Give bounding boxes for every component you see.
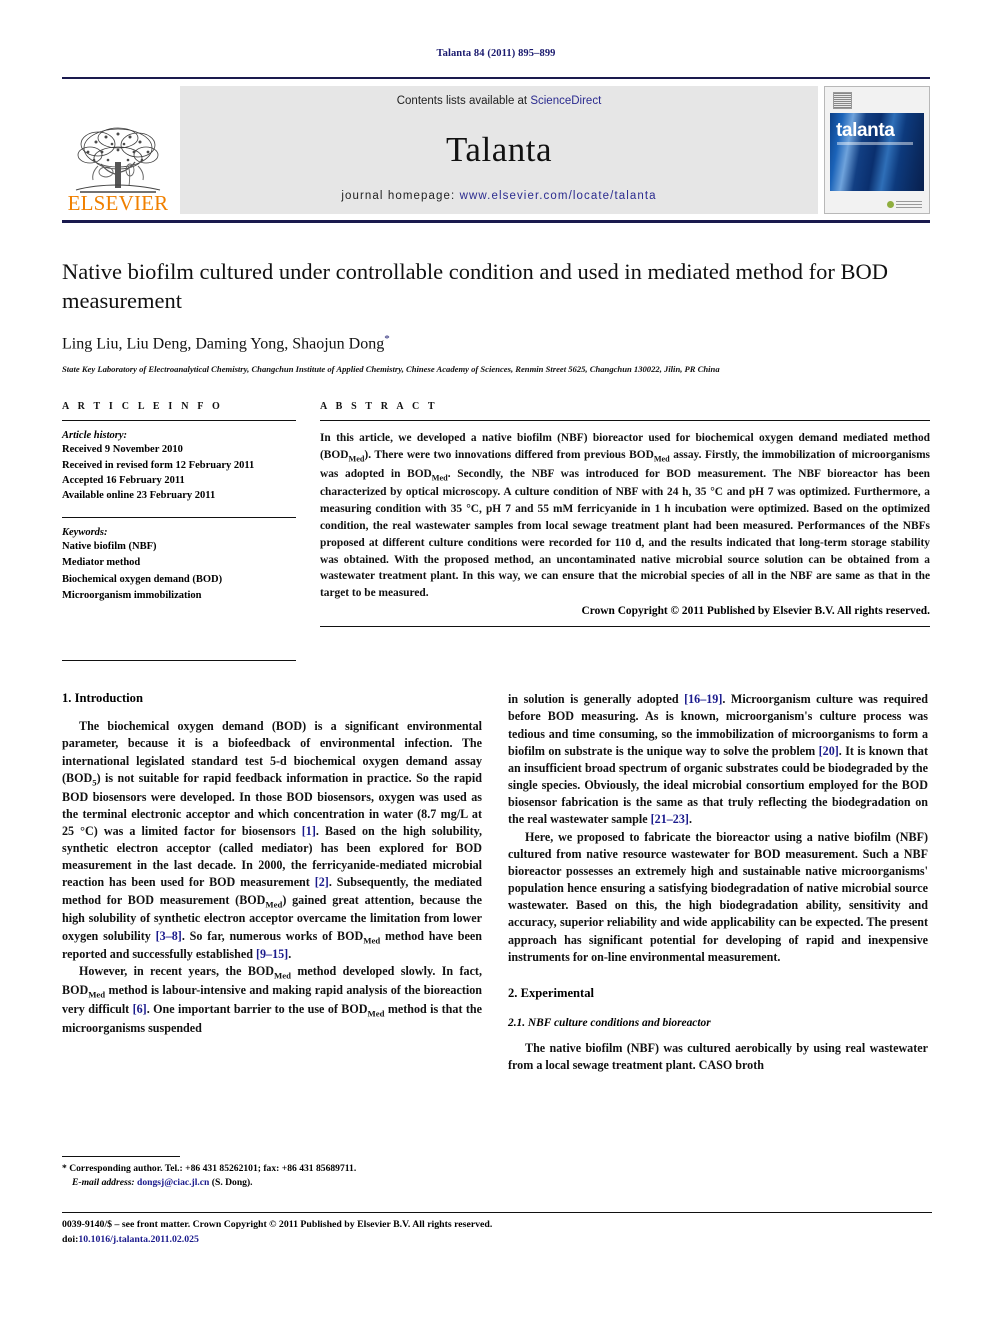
footnote-contact-text: Corresponding author. Tel.: +86 431 8526…	[66, 1163, 357, 1174]
journal-banner: Contents lists available at ScienceDirec…	[180, 86, 818, 214]
journal-cover-thumbnail[interactable]: talanta	[824, 86, 930, 214]
keywords-rule	[62, 517, 296, 519]
history-accepted: Accepted 16 February 2011	[62, 474, 185, 486]
abstract-heading: A B S T R A C T	[320, 401, 438, 413]
corresponding-author-marker: *	[384, 332, 390, 345]
elsevier-wordmark: ELSEVIER	[68, 191, 168, 214]
info-abstract-region: A R T I C L E I N F O Article history: R…	[62, 401, 930, 662]
journal-masthead: ELSEVIER Contents lists available at Sci…	[62, 77, 930, 214]
keyword-item: Native biofilm (NBF)	[62, 541, 157, 553]
cover-green-dot-icon	[887, 200, 894, 208]
article-history-label: Article history:	[62, 430, 128, 442]
contents-available-line: Contents lists available at ScienceDirec…	[397, 95, 602, 107]
cover-title-text: talanta	[836, 120, 895, 141]
keyword-item: Microorganism immobilization	[62, 589, 202, 601]
history-online: Available online 23 February 2011	[62, 489, 216, 501]
doi-link[interactable]: 10.1016/j.talanta.2011.02.025	[78, 1234, 199, 1245]
doi-line: doi:10.1016/j.talanta.2011.02.025	[62, 1233, 932, 1248]
footnote-rule	[62, 1156, 180, 1157]
journal-title: Talanta	[446, 130, 552, 169]
history-received: Received 9 November 2010	[62, 444, 183, 456]
left-column: 1. Introduction The biochemical oxygen d…	[62, 691, 482, 1074]
author-names: Ling Liu, Liu Deng, Daming Yong, Shaojun…	[62, 334, 385, 352]
experimental-paragraph-1: The native biofilm (NBF) was cultured ae…	[508, 1040, 928, 1073]
masthead-bottom-rule	[62, 220, 930, 223]
journal-homepage-link[interactable]: www.elsevier.com/locate/talanta	[460, 190, 657, 202]
article-info-heading: A R T I C L E I N F O	[62, 401, 223, 413]
elsevier-logo: ELSEVIER	[62, 86, 174, 214]
section-heading-experimental: 2. Experimental	[508, 985, 595, 1000]
footer-rule	[62, 1212, 932, 1213]
subsection-heading-nbf-culture: 2.1. NBF culture conditions and bioreact…	[508, 1016, 711, 1029]
article-page: Talanta 84 (2011) 895–899 ELSEVIER Conte…	[0, 0, 992, 1323]
elsevier-tree-icon: ELSEVIER	[68, 127, 168, 214]
doi-label: doi:	[62, 1233, 79, 1245]
cover-barcode-icon	[896, 200, 922, 208]
cover-subtitle-rule	[837, 142, 913, 145]
intro-paragraph-1: The biochemical oxygen demand (BOD) is a…	[62, 719, 483, 962]
email-suffix: (S. Dong).	[209, 1176, 253, 1188]
homepage-prefix-text: journal homepage:	[341, 190, 460, 202]
article-info-column: A R T I C L E I N F O Article history: R…	[62, 401, 296, 662]
intro-paragraph-4: Here, we proposed to fabricate the biore…	[508, 829, 928, 964]
affiliation: State Key Laboratory of Electroanalytica…	[62, 363, 720, 374]
intro-paragraph-3: in solution is generally adopted [16–19]…	[508, 692, 928, 827]
contents-prefix-text: Contents lists available at	[396, 95, 531, 107]
article-info-rule	[62, 420, 296, 422]
history-revised: Received in revised form 12 February 201…	[62, 459, 255, 471]
footnote-email-line: E-mail address: dongsj@ciac.jl.cn (S. Do…	[62, 1176, 482, 1190]
running-head: Talanta 84 (2011) 895–899	[436, 48, 556, 59]
section-heading-introduction: 1. Introduction	[62, 691, 143, 706]
keyword-item: Biochemical oxygen demand (BOD)	[62, 573, 223, 585]
footnote-contact-line: * Corresponding author. Tel.: +86 431 85…	[62, 1162, 482, 1176]
abstract-rule	[320, 420, 930, 422]
front-matter-line: 0039-9140/$ – see front matter. Crown Co…	[62, 1219, 493, 1230]
abstract-text: In this article, we developed a native b…	[320, 432, 931, 600]
page-title: Native biofilm cultured under controllab…	[62, 259, 889, 314]
page-footer: 0039-9140/$ – see front matter. Crown Co…	[62, 1212, 932, 1247]
cover-footer-marks	[829, 200, 925, 208]
abstract-bottom-rule	[320, 626, 930, 628]
cover-corner-logo-icon	[833, 92, 852, 109]
article-info-bottom-rule	[62, 660, 296, 662]
email-label: E-mail address:	[72, 1176, 138, 1188]
keywords-label: Keywords:	[62, 527, 108, 539]
cover-artwork: talanta	[830, 113, 924, 191]
author-list: Ling Liu, Liu Deng, Daming Yong, Shaojun…	[62, 333, 930, 353]
email-link[interactable]: dongsj@ciac.jl.cn	[137, 1177, 209, 1188]
journal-homepage-line: journal homepage: www.elsevier.com/locat…	[341, 190, 656, 202]
corresponding-author-footnote: * Corresponding author. Tel.: +86 431 85…	[62, 1156, 482, 1190]
abstract-column: A B S T R A C T In this article, we deve…	[320, 401, 930, 661]
keyword-item: Mediator method	[62, 557, 141, 569]
abstract-copyright: Crown Copyright © 2011 Published by Else…	[581, 605, 930, 618]
body-columns: 1. Introduction The biochemical oxygen d…	[62, 691, 930, 1074]
right-column: in solution is generally adopted [16–19]…	[508, 691, 928, 1074]
sciencedirect-link[interactable]: ScienceDirect	[530, 95, 601, 107]
intro-paragraph-2: However, in recent years, the BODMed met…	[62, 964, 482, 1035]
